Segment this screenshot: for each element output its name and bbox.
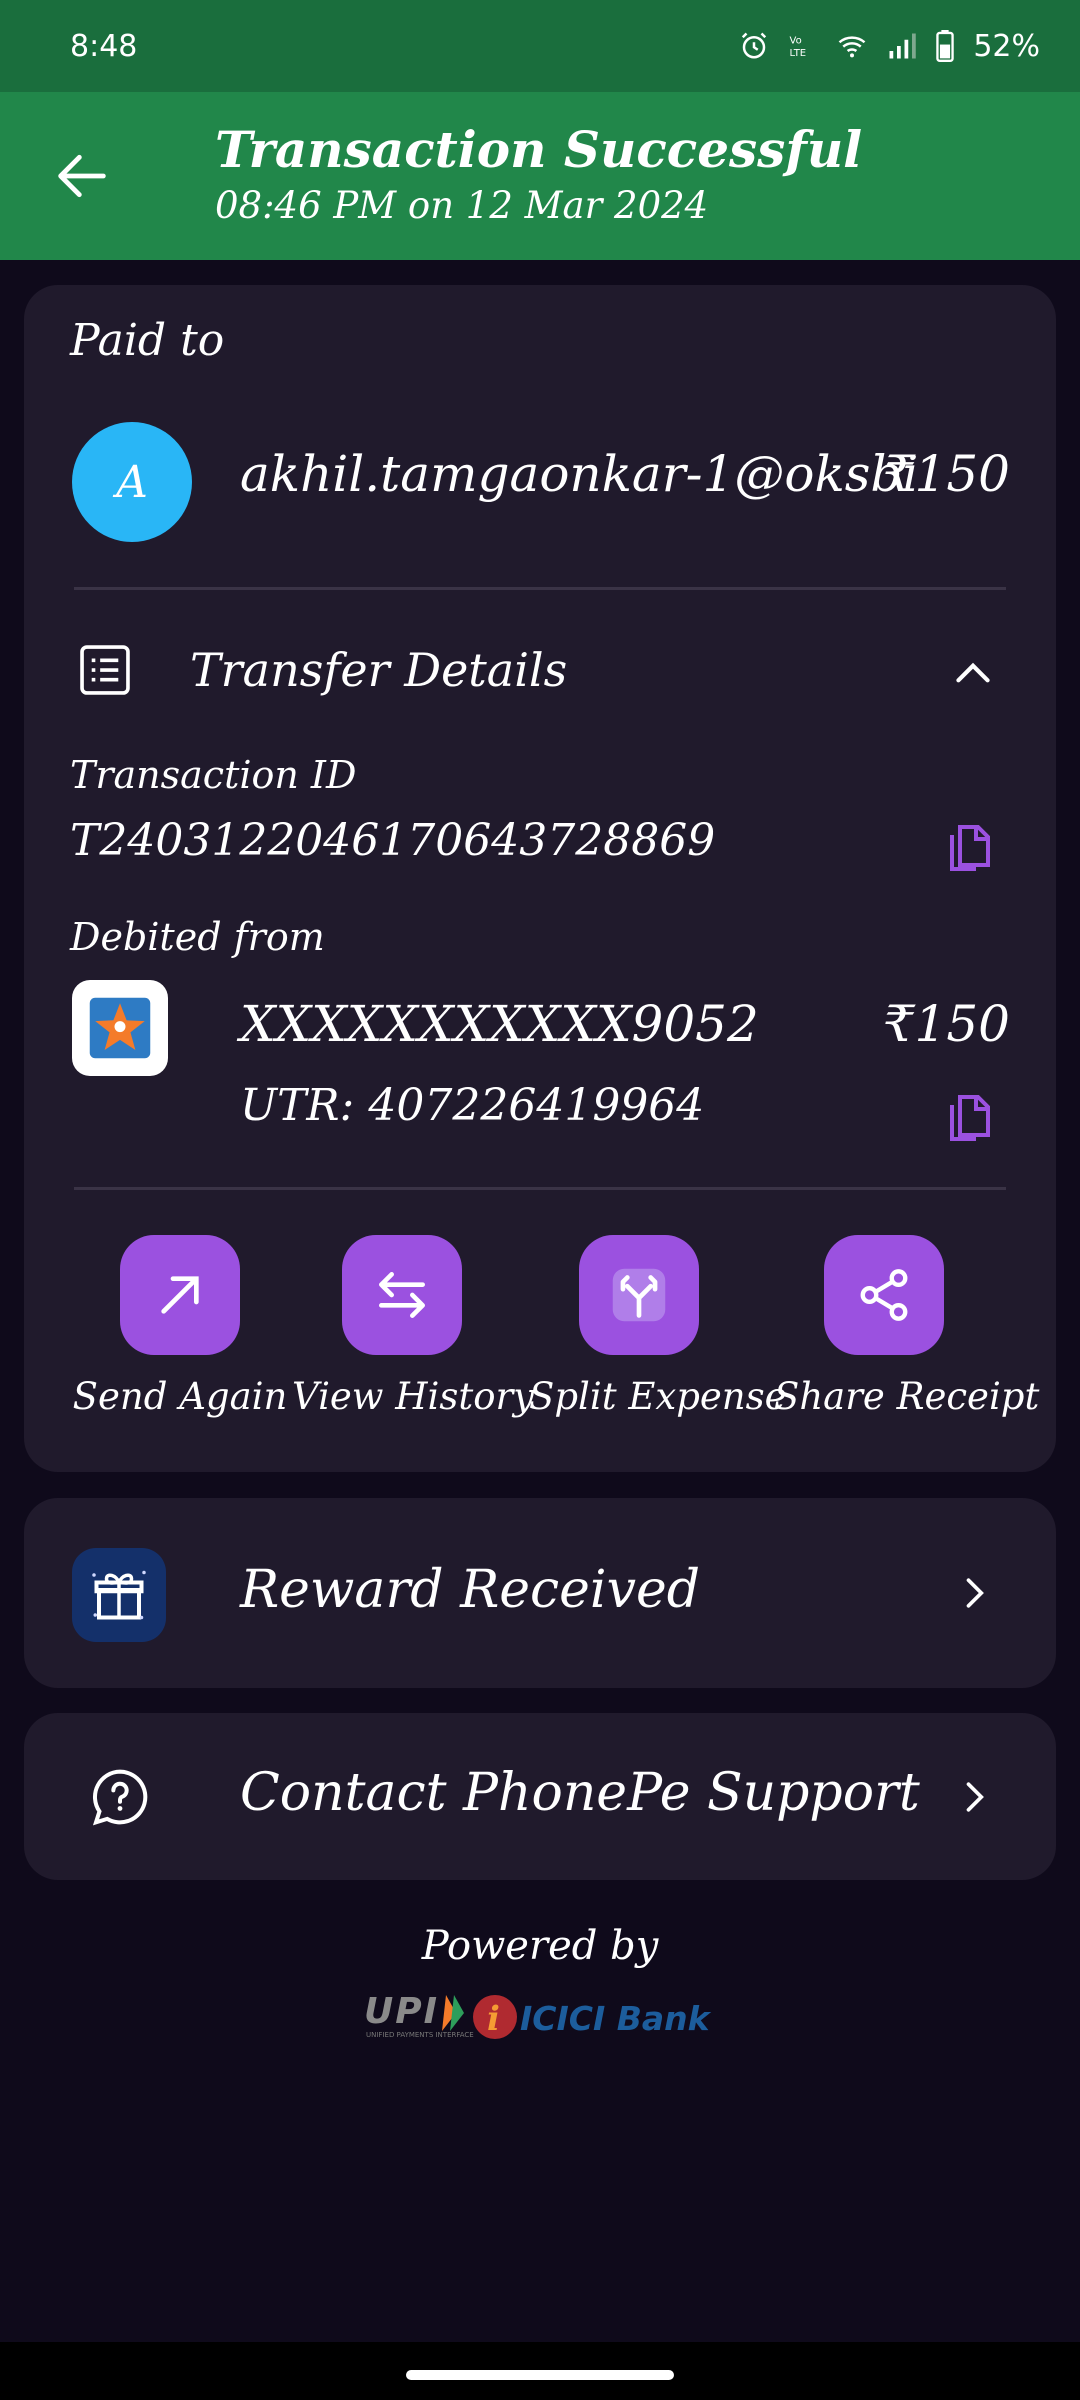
receipt-list-icon	[80, 645, 130, 695]
svg-text:UNIFIED PAYMENTS INTERFACE: UNIFIED PAYMENTS INTERFACE	[366, 2031, 474, 2039]
debit-account-number: XXXXXXXXXXX9052	[240, 995, 759, 1053]
send-again-button[interactable]: Send Again	[70, 1235, 290, 1418]
reward-received-label: Reward Received	[240, 1560, 701, 1620]
status-time: 8:48	[70, 28, 138, 64]
battery-percent: 52%	[973, 28, 1040, 64]
paid-to-label: Paid to	[70, 315, 225, 366]
status-bar: 8:48 Vo LTE 52%	[0, 0, 1080, 92]
svg-text:Vo: Vo	[790, 36, 802, 47]
action-buttons: Send Again View History Split Expense Sh…	[24, 1235, 1056, 1435]
transfer-details-title[interactable]: Transfer Details	[190, 643, 567, 697]
icici-bank-logo: ICICI Bank	[520, 1999, 712, 2038]
home-indicator[interactable]	[406, 2370, 674, 2380]
copy-icon[interactable]	[944, 819, 992, 873]
debited-from-label: Debited from	[70, 915, 325, 959]
share-icon	[860, 1269, 908, 1321]
signal-icon	[889, 33, 917, 59]
chevron-right-icon	[966, 1578, 984, 1608]
bank-star-icon	[89, 997, 151, 1059]
split-expense-label: Split Expense	[529, 1375, 787, 1418]
payee-upi-id: akhil.tamgaonkar-1@oksbi	[240, 445, 919, 503]
debit-amount: ₹150	[882, 995, 1010, 1053]
split-expense-icon-wrap[interactable]	[579, 1235, 699, 1355]
reward-icon-wrap	[72, 1548, 166, 1642]
split-expense-button[interactable]: Split Expense	[529, 1235, 787, 1418]
upi-logo: UPI	[364, 1991, 439, 2032]
contact-support-row[interactable]: Contact PhonePe Support	[24, 1713, 1056, 1880]
svg-text:i: i	[487, 1999, 500, 2039]
arrow-up-right-icon	[161, 1276, 199, 1314]
transaction-datetime: 08:46 PM on 12 Mar 2024	[215, 184, 709, 227]
alarm-icon	[742, 32, 767, 59]
send-again-icon-wrap[interactable]	[120, 1235, 240, 1355]
status-icons: Vo LTE 52%	[739, 29, 1040, 64]
app-header: Transaction Successful 08:46 PM on 12 Ma…	[0, 92, 1080, 260]
chevron-up-icon[interactable]	[948, 647, 998, 697]
split-icon	[612, 1268, 666, 1322]
view-history-label: View History	[292, 1375, 535, 1418]
help-chat-icon	[92, 1769, 148, 1826]
copy-icon[interactable]	[944, 1089, 992, 1143]
battery-icon	[936, 30, 955, 62]
page-title: Transaction Successful	[215, 120, 863, 179]
bank-logo	[72, 980, 168, 1076]
contact-support-label: Contact PhonePe Support	[240, 1763, 920, 1823]
reward-received-row[interactable]: Reward Received	[24, 1498, 1056, 1688]
share-receipt-label: Share Receipt	[774, 1375, 1040, 1418]
back-arrow-icon[interactable]	[50, 144, 114, 208]
paid-amount: ₹150	[882, 445, 1010, 503]
avatar-letter: A	[116, 456, 148, 508]
gift-icon	[92, 1570, 146, 1620]
avatar: A	[72, 422, 192, 542]
svg-text:LTE: LTE	[790, 48, 807, 59]
powered-by-label: Powered by	[421, 1923, 659, 1969]
utr-number: UTR: 407226419964	[240, 1080, 705, 1131]
share-receipt-button[interactable]: Share Receipt	[774, 1235, 1040, 1418]
volte-icon: VoLTE	[790, 36, 807, 60]
upi-icici-logos: UPI UNIFIED PAYMENTS INTERFACE i ICICI B…	[364, 1991, 712, 2039]
view-history-icon-wrap[interactable]	[342, 1235, 462, 1355]
send-again-label: Send Again	[72, 1375, 288, 1418]
view-history-button[interactable]: View History	[292, 1235, 535, 1418]
divider	[74, 1187, 1006, 1190]
transaction-card: Paid to A akhil.tamgaonkar-1@oksbi ₹150 …	[24, 285, 1056, 1472]
chevron-right-icon	[966, 1782, 984, 1812]
divider	[74, 587, 1006, 590]
transaction-id-value: T2403122046170643728869	[70, 815, 716, 866]
transaction-id-label: Transaction ID	[70, 753, 357, 797]
share-receipt-icon-wrap[interactable]	[824, 1235, 944, 1355]
swap-arrows-icon	[379, 1272, 425, 1318]
wifi-icon	[838, 36, 866, 58]
